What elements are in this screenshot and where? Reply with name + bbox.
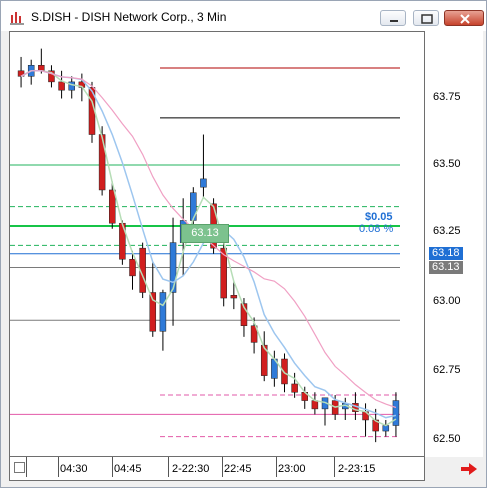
time-axis[interactable]: 04:30 04:45 2-22:30 22:45 23:00 2-23:15 [9, 457, 425, 481]
y-tick-label: 63.00 [433, 295, 461, 307]
last-price-tag: 63.18 [429, 247, 463, 260]
candle-body [169, 242, 177, 293]
candle-body [190, 192, 197, 221]
time-tick [112, 457, 113, 477]
x-tick-label: 2-23:15 [338, 463, 376, 475]
candle-body [311, 400, 319, 410]
candle-body [159, 292, 167, 332]
time-tick [168, 457, 169, 477]
close-icon [460, 14, 470, 24]
chart-option-checkbox[interactable] [14, 462, 25, 473]
chart-app-icon [10, 12, 24, 25]
candle-body [38, 65, 45, 72]
x-tick-label: 23:00 [278, 463, 306, 475]
candlestick-chart[interactable] [10, 32, 424, 456]
price-axis[interactable]: 63.75 63.50 63.25 63.00 62.75 62.50 63.1… [425, 31, 483, 457]
y-tick-label: 63.50 [433, 158, 461, 170]
time-tick [58, 457, 59, 477]
bid-price-tag: 63.13 [429, 261, 463, 274]
candle-body [58, 81, 65, 91]
minimize-button[interactable] [380, 10, 406, 26]
x-tick-label: 04:30 [60, 463, 88, 475]
price-marker-label[interactable]: 63.13 [181, 224, 229, 243]
restore-button[interactable] [413, 10, 439, 26]
candle-body [281, 358, 288, 385]
change-amount-label: $0.05 [365, 211, 393, 223]
x-tick-label: 04:45 [114, 463, 142, 475]
x-tick-label: 22:45 [224, 463, 252, 475]
chart-window: S.DISH - DISH Network Corp., 3 Min 63.75… [0, 0, 487, 488]
candle-body [392, 400, 400, 426]
moving-average-line [20, 70, 397, 427]
candle-body [200, 178, 207, 188]
minimize-icon [390, 20, 398, 22]
time-tick [26, 457, 27, 477]
change-percent-label: 0.08 % [359, 223, 394, 235]
time-tick [334, 457, 335, 477]
time-tick [222, 457, 223, 477]
y-tick-label: 63.25 [433, 225, 461, 237]
title-bar[interactable]: S.DISH - DISH Network Corp., 3 Min [1, 1, 486, 31]
time-tick [276, 457, 277, 477]
restore-icon [421, 14, 433, 24]
y-tick-label: 62.75 [433, 364, 461, 376]
y-tick-label: 62.50 [433, 433, 461, 445]
candle-body [98, 134, 106, 191]
price-chart-area[interactable] [9, 31, 425, 457]
candle-body [109, 189, 116, 224]
candle-body [129, 258, 136, 277]
close-button[interactable] [444, 10, 484, 26]
candle-body [382, 425, 390, 432]
candle-body [291, 383, 298, 393]
moving-average-line [20, 70, 397, 419]
scroll-right-arrow-icon[interactable] [459, 459, 479, 479]
candle-body [230, 295, 238, 299]
window-title: S.DISH - DISH Network Corp., 3 Min [31, 10, 227, 24]
x-tick-label: 2-22:30 [172, 463, 210, 475]
y-tick-label: 63.75 [433, 91, 461, 103]
